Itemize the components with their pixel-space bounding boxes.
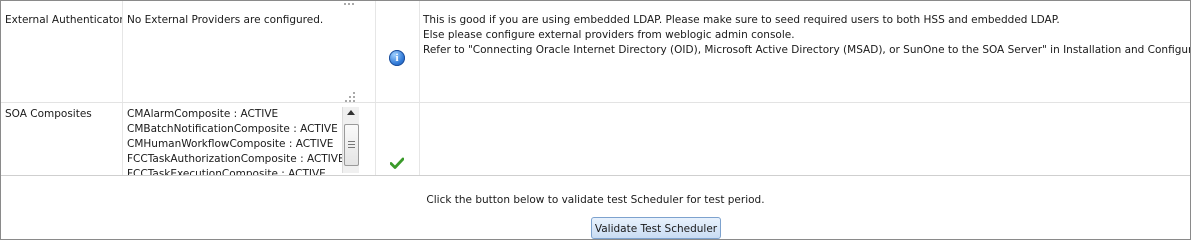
composites-listbox[interactable]: CMAlarmComposite : ACTIVE CMBatchNotific… [127, 107, 359, 175]
validation-panel: External Authenticators No External Prov… [0, 0, 1191, 240]
list-item: FCCTaskAuthorizationComposite : ACTIVE [127, 153, 345, 165]
list-item: FCCTaskExecutionComposite : ACTIVE [127, 168, 326, 175]
list-item: CMHumanWorkflowComposite : ACTIVE [127, 138, 334, 150]
row-value: No External Providers are configured. [127, 14, 324, 26]
table-row-external-authenticators: External Authenticators No External Prov… [1, 1, 1190, 103]
row-value-cell: No External Providers are configured. [123, 1, 376, 102]
scrollbar-thumb[interactable] [344, 124, 359, 166]
row-name-cell: SOA Composites [1, 103, 123, 175]
row-name: External Authenticators [5, 14, 123, 26]
info-line: Refer to "Connecting Oracle Internet Dir… [423, 44, 1190, 56]
listbox-scrollbar[interactable] [342, 107, 359, 173]
info-line: Else please configure external providers… [423, 29, 795, 41]
row-name: SOA Composites [5, 108, 92, 120]
footer-message: Click the button below to validate test … [426, 194, 765, 206]
check-icon [390, 157, 404, 169]
scroll-up-arrow-icon[interactable] [347, 110, 355, 115]
row-info-cell: This is good if you are using embedded L… [420, 1, 1190, 102]
row-info-cell [420, 103, 1190, 175]
row-info: This is good if you are using embedded L… [423, 13, 1190, 58]
row-name-cell: External Authenticators [1, 1, 123, 102]
list-item: CMAlarmComposite : ACTIVE [127, 108, 279, 120]
info-icon: i [389, 50, 405, 66]
info-line: This is good if you are using embedded L… [423, 14, 1060, 26]
table-row-soa-composites: SOA Composites CMAlarmComposite : ACTIVE… [1, 103, 1190, 176]
validate-test-scheduler-button[interactable]: Validate Test Scheduler [591, 217, 721, 239]
row-value-cell: CMAlarmComposite : ACTIVE CMBatchNotific… [123, 103, 376, 175]
resize-grip-icon[interactable] [345, 92, 355, 102]
list-item: CMBatchNotificationComposite : ACTIVE [127, 123, 338, 135]
resize-grip-icon[interactable] [344, 1, 354, 9]
